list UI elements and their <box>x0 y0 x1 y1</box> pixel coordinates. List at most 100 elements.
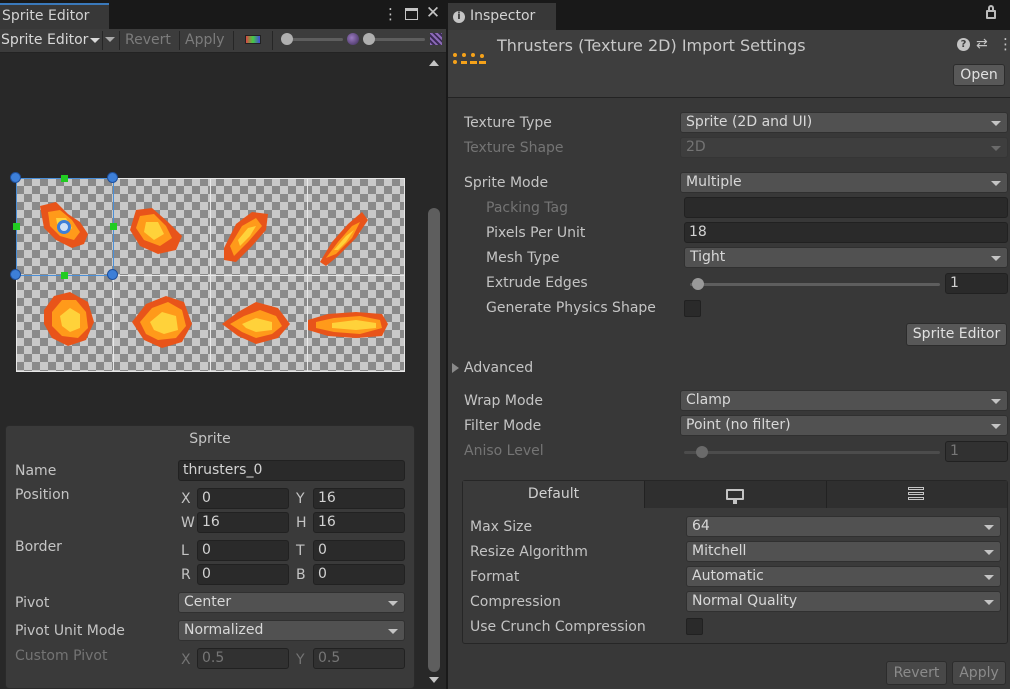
extrude-edges-slider-knob[interactable] <box>692 278 704 290</box>
zoom-slider-knob[interactable] <box>281 33 293 45</box>
pivot-unit-mode-dropdown[interactable]: Normalized <box>178 620 405 641</box>
packing-tag-label: Packing Tag <box>486 200 568 216</box>
chevron-down-icon <box>991 121 1001 126</box>
more-options-icon[interactable]: ⋮ <box>383 5 398 25</box>
revert-button[interactable]: Revert <box>125 29 171 52</box>
scroll-down-icon[interactable] <box>429 677 439 683</box>
pivot-handle[interactable] <box>57 220 71 234</box>
lock-shackle-icon <box>988 5 994 12</box>
aniso-level-slider-knob[interactable] <box>696 446 708 458</box>
revert-button[interactable]: Revert <box>886 661 947 685</box>
max-size-dropdown[interactable]: 64 <box>686 516 1001 537</box>
sprite-mode-dropdown[interactable]: Multiple <box>680 172 1008 193</box>
texture-shape-dropdown[interactable]: 2D <box>680 137 1008 158</box>
filter-mode-label: Filter Mode <box>464 418 542 434</box>
position-x-field[interactable]: 0 <box>197 488 289 509</box>
border-t-label: T <box>296 543 305 559</box>
position-label: Position <box>15 487 70 503</box>
secondary-dropdown-icon[interactable] <box>105 37 115 42</box>
open-button[interactable]: Open <box>953 64 1005 86</box>
mesh-type-dropdown[interactable]: Tight <box>684 247 1008 268</box>
border-r-field[interactable]: 0 <box>197 564 289 585</box>
editor-mode-label: Sprite Editor <box>1 32 89 48</box>
chevron-down-icon <box>991 256 1001 261</box>
mip-slider-knob[interactable] <box>363 33 375 45</box>
help-icon[interactable]: ? <box>957 38 970 51</box>
monitor-icon <box>726 489 744 500</box>
format-dropdown[interactable]: Automatic <box>686 566 1001 587</box>
mip-slider[interactable] <box>369 38 425 41</box>
position-y-field[interactable]: 16 <box>313 488 405 509</box>
border-handle[interactable] <box>61 272 68 279</box>
editor-mode-dropdown[interactable]: Sprite Editor <box>0 29 102 52</box>
tab-default-platform[interactable]: Default <box>463 481 645 508</box>
scroll-up-icon[interactable] <box>429 60 439 66</box>
border-l-field[interactable]: 0 <box>197 540 289 561</box>
custom-pivot-label: Custom Pivot <box>15 648 108 664</box>
close-icon[interactable]: ✕ <box>424 3 442 25</box>
pixels-per-unit-field[interactable]: 18 <box>684 222 1008 243</box>
slice-corner-handle[interactable] <box>10 172 21 183</box>
generate-physics-shape-checkbox[interactable] <box>684 300 701 317</box>
mesh-type-label: Mesh Type <box>486 250 560 266</box>
resize-algorithm-label: Resize Algorithm <box>470 544 588 560</box>
border-handle[interactable] <box>61 175 68 182</box>
slice-corner-handle[interactable] <box>107 172 118 183</box>
apply-button[interactable]: Apply <box>952 661 1006 685</box>
border-t-field[interactable]: 0 <box>313 540 405 561</box>
border-b-field[interactable]: 0 <box>313 564 405 585</box>
scrollbar-thumb[interactable] <box>428 208 440 672</box>
custom-pivot-x-label: X <box>181 652 191 668</box>
tab-inspector[interactable]: i Inspector <box>448 3 556 30</box>
texture-shape-value: 2D <box>686 139 706 155</box>
format-value: Automatic <box>692 568 764 584</box>
custom-pivot-x-field[interactable]: 0.5 <box>197 648 289 669</box>
preset-icon[interactable]: ⇄ <box>976 36 988 52</box>
size-w-label: W <box>181 515 195 531</box>
packing-tag-field[interactable] <box>684 197 1008 218</box>
more-options-icon[interactable]: ⋮ <box>998 35 1010 53</box>
size-h-field[interactable]: 16 <box>313 512 405 533</box>
chevron-down-icon <box>984 525 994 530</box>
slice-corner-handle[interactable] <box>10 269 21 280</box>
wrap-mode-dropdown[interactable]: Clamp <box>680 390 1008 411</box>
maximize-icon[interactable] <box>405 8 418 20</box>
border-r-label: R <box>181 567 191 583</box>
tab-standalone-platform[interactable] <box>645 481 827 508</box>
extrude-edges-field[interactable]: 1 <box>945 273 1008 294</box>
border-label: Border <box>15 539 62 555</box>
apply-button[interactable]: Apply <box>185 29 225 52</box>
slice-corner-handle[interactable] <box>107 269 118 280</box>
custom-pivot-y-field[interactable]: 0.5 <box>313 648 405 669</box>
sprite-name-field[interactable]: thrusters_0 <box>178 460 405 481</box>
tab-sprite-editor[interactable]: Sprite Editor <box>0 3 109 29</box>
pivot-dropdown[interactable]: Center <box>178 592 405 613</box>
resize-algorithm-dropdown[interactable]: Mitchell <box>686 541 1001 562</box>
aniso-level-slider[interactable] <box>684 451 940 454</box>
use-crunch-compression-label: Use Crunch Compression <box>470 619 646 635</box>
aniso-level-field[interactable]: 1 <box>945 441 1008 462</box>
advanced-foldout[interactable]: Advanced <box>464 360 533 376</box>
sprite-thruster-6 <box>222 302 290 344</box>
toolbar-divider <box>272 31 273 50</box>
sprite-thruster-2 <box>224 212 268 262</box>
inspector-title: Thrusters (Texture 2D) Import Settings <box>497 36 806 55</box>
filter-mode-dropdown[interactable]: Point (no filter) <box>680 415 1008 436</box>
toolbar-divider <box>179 31 180 50</box>
sprite-editor-button[interactable]: Sprite Editor <box>906 323 1007 346</box>
mip-level-icon <box>347 33 359 45</box>
color-channel-icon[interactable] <box>245 35 261 44</box>
border-handle[interactable] <box>110 223 117 230</box>
border-handle[interactable] <box>13 223 20 230</box>
sprite-thruster-3 <box>320 212 368 266</box>
compression-dropdown[interactable]: Normal Quality <box>686 591 1001 612</box>
resize-algorithm-value: Mitchell <box>692 543 747 559</box>
extrude-edges-slider[interactable] <box>690 283 940 286</box>
zoom-slider[interactable] <box>287 38 343 41</box>
size-w-field[interactable]: 16 <box>197 512 289 533</box>
tab-server-platform[interactable] <box>827 481 1007 508</box>
wrap-mode-label: Wrap Mode <box>464 393 544 409</box>
texture-type-dropdown[interactable]: Sprite (2D and UI) <box>680 112 1008 133</box>
use-crunch-compression-checkbox[interactable] <box>686 618 703 635</box>
chevron-right-icon[interactable] <box>452 363 459 373</box>
